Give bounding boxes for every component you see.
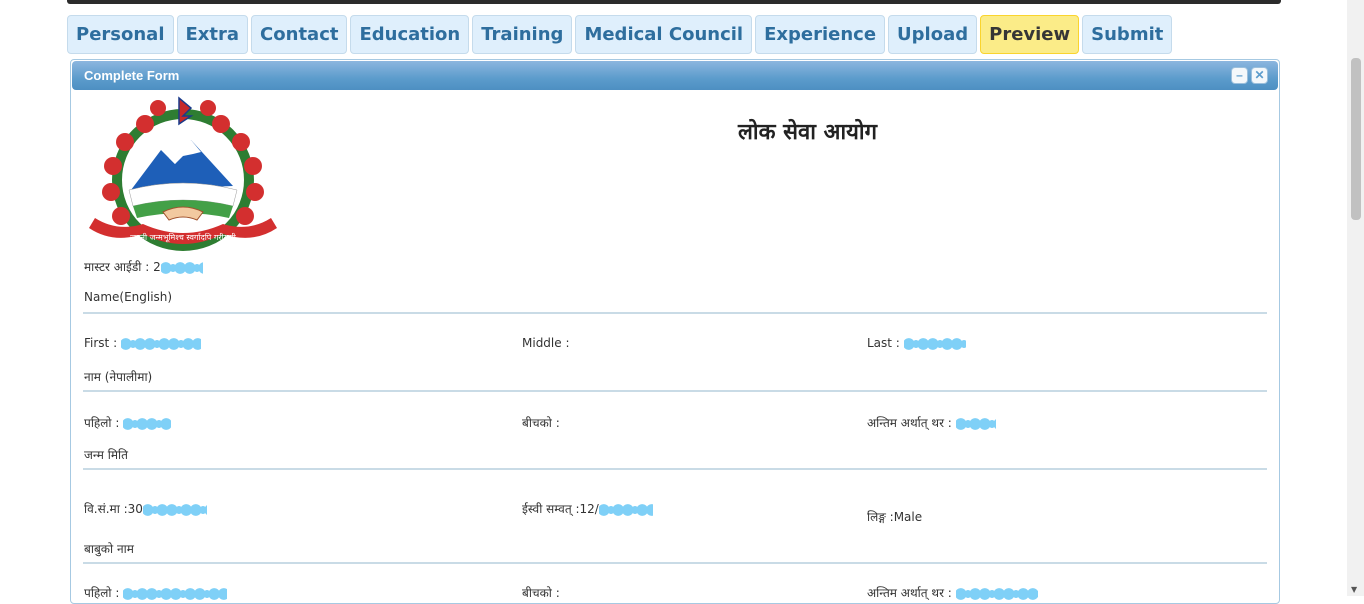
tab-personal[interactable]: Personal [67, 15, 174, 54]
minus-icon[interactable]: – [1231, 67, 1248, 84]
tab-experience[interactable]: Experience [755, 15, 886, 54]
form-tabs: Personal Extra Contact Education Trainin… [67, 15, 1173, 54]
tab-extra[interactable]: Extra [176, 15, 249, 54]
father-last-row: अन्तिम अर्थात् थर : [867, 584, 1038, 601]
father-first-label: पहिलो : [84, 586, 120, 600]
gender-label: लिङ्ग :Male [867, 510, 923, 524]
name-nepali-heading: नाम (नेपालीमा) [84, 370, 153, 384]
redacted-value [955, 417, 996, 430]
dob-ad-label: ईस्वी सम्वत् :12/ [522, 502, 599, 516]
redacted-value [142, 503, 207, 516]
pahilo-row: पहिलो : [84, 414, 172, 431]
father-last-label: अन्तिम अर्थात् थर : [867, 586, 952, 600]
tab-submit[interactable]: Submit [1082, 15, 1173, 54]
last-name-row: Last : [867, 336, 966, 350]
page-scrollbar[interactable]: ▼ [1347, 0, 1364, 596]
father-first-row: पहिलो : [84, 584, 228, 601]
panel-header: Complete Form – ✕ [72, 61, 1278, 90]
bichko-label: बीचको : [522, 416, 560, 430]
redacted-value [123, 587, 228, 600]
tab-medical-council[interactable]: Medical Council [575, 15, 753, 54]
father-name-heading: बाबुको नाम [84, 542, 134, 556]
middle-name-label: Middle : [522, 336, 570, 350]
divider [83, 468, 1267, 470]
tab-contact[interactable]: Contact [251, 15, 348, 54]
scrollbar-thumb[interactable] [1351, 58, 1361, 220]
first-name-row: First : [84, 336, 201, 350]
tab-training[interactable]: Training [472, 15, 573, 54]
master-id-row: मास्टर आईडी : 2 [84, 258, 203, 275]
name-english-heading: Name(English) [84, 290, 173, 304]
panel-title: Complete Form [84, 68, 180, 83]
first-name-label: First : [84, 336, 118, 350]
redacted-value [123, 417, 172, 430]
redacted-value [598, 503, 653, 516]
complete-form-panel: Complete Form – ✕ जननी जन्मभूमिश्च स्वर्… [70, 59, 1280, 604]
scroll-down-arrow-icon[interactable]: ▼ [1351, 585, 1357, 594]
last-name-label: Last : [867, 336, 900, 350]
emblem-motto: जननी जन्मभूमिश्च स्वर्गादपि गरीयसी [130, 232, 237, 243]
nepal-emblem-icon: जननी जन्मभूमिश्च स्वर्गादपि गरीयसी [89, 96, 277, 251]
divider [83, 312, 1267, 314]
redacted-value [160, 261, 203, 274]
tab-upload[interactable]: Upload [888, 15, 978, 54]
divider [83, 390, 1267, 392]
divider [83, 562, 1267, 564]
org-title: लोक सेवा आयोग [738, 120, 877, 145]
dob-heading: जन्म मिति [84, 448, 128, 462]
master-id-label: मास्टर आईडी : 2 [84, 260, 161, 274]
dob-ad-row: ईस्वी सम्वत् :12/ [522, 500, 653, 517]
close-icon[interactable]: ✕ [1251, 67, 1268, 84]
top-bar [67, 0, 1281, 4]
pahilo-label: पहिलो : [84, 416, 120, 430]
tab-education[interactable]: Education [350, 15, 470, 54]
redacted-value [120, 337, 201, 350]
father-middle-label: बीचको : [522, 586, 560, 600]
antim-row: अन्तिम अर्थात् थर : [867, 414, 996, 431]
antim-label: अन्तिम अर्थात् थर : [867, 416, 952, 430]
tab-preview[interactable]: Preview [980, 15, 1080, 54]
dob-bs-label: वि.सं.मा :30 [84, 502, 143, 516]
dob-bs-row: वि.सं.मा :30 [84, 500, 207, 517]
redacted-value [955, 587, 1038, 600]
redacted-value [903, 337, 966, 350]
